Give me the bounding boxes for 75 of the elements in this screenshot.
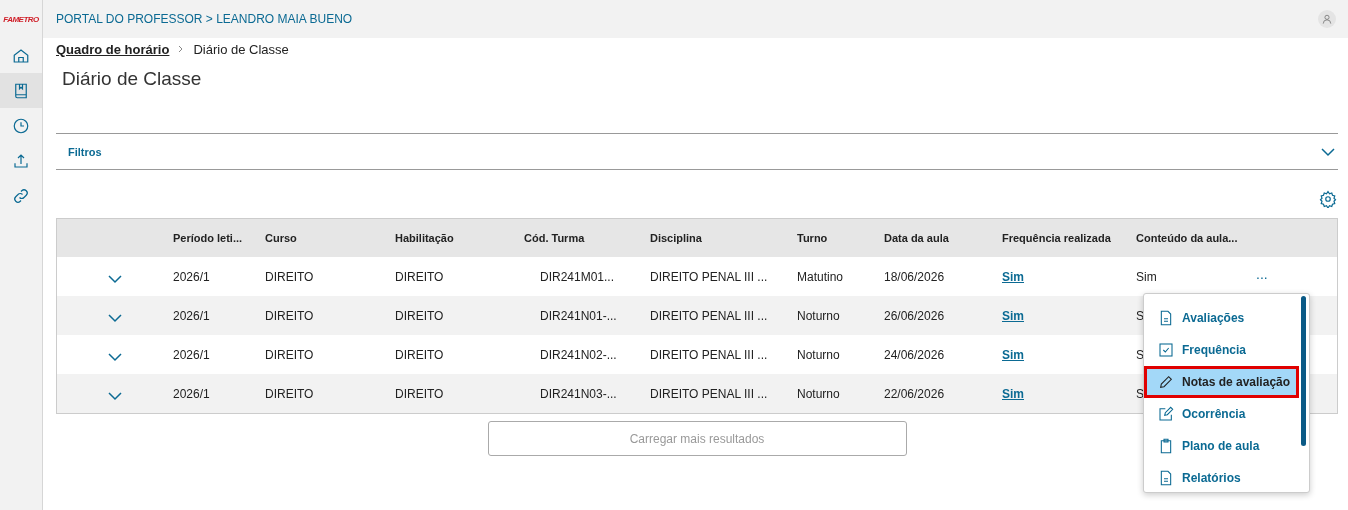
table-cell: Sim [1136, 269, 1157, 284]
menu-item[interactable]: Frequência [1144, 334, 1299, 366]
column-header: Disciplina [650, 232, 703, 244]
column-header: Data da aula [884, 232, 950, 244]
table-cell: Matutino [797, 269, 844, 284]
table-cell: 22/06/2026 [884, 386, 945, 401]
table-cell: DIR241N02-... [540, 347, 617, 362]
scrollbar[interactable] [1301, 296, 1306, 446]
table-link[interactable]: Sim [1002, 269, 1024, 284]
user-avatar-icon[interactable] [1318, 10, 1336, 28]
table-cell: DIREITO [395, 386, 444, 401]
pencil-icon [1158, 374, 1174, 390]
more-actions-button[interactable]: ... [1256, 265, 1268, 282]
clock-icon [12, 116, 30, 135]
table-cell: DIR241N03-... [540, 386, 617, 401]
table-cell: 26/06/2026 [884, 308, 945, 323]
table-cell: 24/06/2026 [884, 347, 945, 362]
edit-icon [1158, 406, 1174, 422]
table-cell: DIREITO [395, 347, 444, 362]
table-cell: DIREITO [265, 308, 314, 323]
table-cell: 2026/1 [173, 308, 210, 323]
table-cell: DIREITO PENAL III ... [650, 386, 768, 401]
menu-item[interactable]: Relatórios [1144, 462, 1299, 492]
expand-row-button[interactable] [108, 392, 122, 401]
link-icon [12, 186, 30, 205]
table-cell: 2026/1 [173, 386, 210, 401]
clipboard-icon [1158, 438, 1174, 454]
checkbox-icon [1158, 342, 1174, 358]
column-header: Conteúdo da aula... [1136, 232, 1239, 244]
logo: FAMETRO [2, 13, 40, 26]
expand-row-button[interactable] [108, 353, 122, 362]
portal-title: PORTAL DO PROFESSOR > LEANDRO MAIA BUENO [56, 12, 353, 26]
menu-item[interactable]: Avaliações [1144, 302, 1299, 334]
table-cell: S [1136, 347, 1144, 362]
column-header: Período leti... [173, 232, 244, 244]
table-cell: 2026/1 [173, 347, 210, 362]
table-cell: S [1136, 386, 1144, 401]
table-cell: DIR241N01-... [540, 308, 617, 323]
breadcrumb-current: Diário de Classe [193, 41, 289, 57]
table-cell: DIREITO [265, 386, 314, 401]
page-title: Diário de Classe [62, 68, 203, 91]
expand-row-button[interactable] [108, 314, 122, 323]
table-cell: DIREITO [265, 269, 314, 284]
filters-toggle[interactable]: Filtros [56, 133, 1338, 170]
column-header: Curso [265, 232, 298, 244]
document-icon [1158, 470, 1174, 486]
sidebar-item[interactable] [0, 73, 42, 108]
menu-item[interactable]: Notas de avaliação [1144, 366, 1299, 398]
menu-item[interactable]: Ocorrência [1144, 398, 1299, 430]
table-cell: DIR241M01... [540, 269, 615, 284]
table-link[interactable]: Sim [1002, 347, 1024, 362]
document-icon [1158, 310, 1174, 326]
table-cell: 18/06/2026 [884, 269, 945, 284]
column-header: Cód. Turma [524, 232, 586, 244]
table-cell: DIREITO [265, 347, 314, 362]
table-cell: Noturno [797, 308, 840, 323]
table-cell: Noturno [797, 347, 840, 362]
table-cell: DIREITO [395, 269, 444, 284]
table-cell: DIREITO [395, 308, 444, 323]
settings-icon[interactable] [1319, 190, 1337, 208]
column-header: Habilitação [395, 232, 455, 244]
table-cell: 2026/1 [173, 269, 210, 284]
table-cell: S [1136, 308, 1144, 323]
expand-row-button[interactable] [108, 275, 122, 284]
table-link[interactable]: Sim [1002, 386, 1024, 401]
menu-item[interactable]: Plano de aula [1144, 430, 1299, 462]
table-cell: Noturno [797, 386, 840, 401]
table-cell: DIREITO PENAL III ... [650, 308, 768, 323]
column-header: Turno [797, 232, 829, 244]
table-cell: DIREITO PENAL III ... [650, 347, 768, 362]
table-link[interactable]: Sim [1002, 308, 1024, 323]
table-cell: DIREITO PENAL III ... [650, 269, 768, 284]
book-icon [12, 81, 30, 100]
breadcrumb-link[interactable]: Quadro de horário [56, 41, 170, 57]
column-header: Frequência realizada [1002, 232, 1112, 244]
